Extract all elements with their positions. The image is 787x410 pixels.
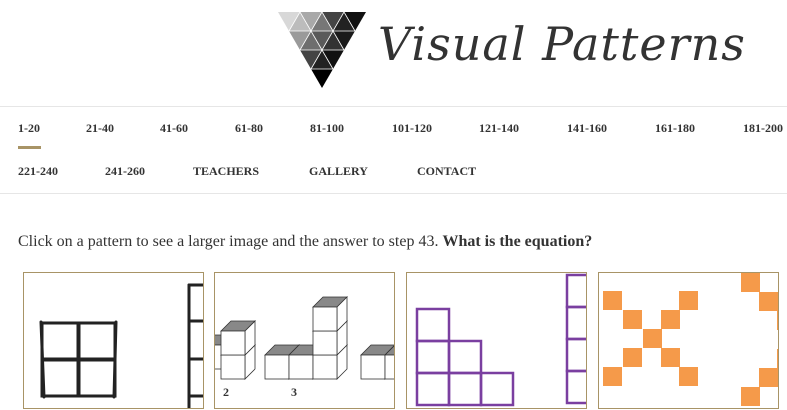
nav-item-241-260[interactable]: 241-260 bbox=[105, 164, 145, 179]
nav-item-41-60[interactable]: 41-60 bbox=[160, 121, 188, 136]
pattern-tile-2[interactable]: 2 3 bbox=[214, 272, 395, 409]
intro-question: What is the equation? bbox=[442, 233, 593, 250]
matchstick-pattern-image bbox=[39, 283, 203, 408]
pattern-tile-4[interactable] bbox=[598, 272, 779, 409]
cube-stack-pattern-image: 2 3 bbox=[215, 296, 394, 399]
active-nav-indicator bbox=[18, 146, 41, 149]
nav-item-81-100[interactable]: 81-100 bbox=[310, 121, 344, 136]
nav-item-contact[interactable]: CONTACT bbox=[417, 164, 476, 179]
nav-item-221-240[interactable]: 221-240 bbox=[18, 164, 58, 179]
site-header: Visual Patterns bbox=[0, 0, 787, 106]
purple-staircase-pattern-image bbox=[415, 273, 586, 407]
nav-divider-bottom bbox=[0, 193, 787, 194]
orange-x-pattern-image bbox=[603, 273, 778, 406]
nav-divider-top bbox=[0, 106, 787, 107]
nav-item-121-140[interactable]: 121-140 bbox=[479, 121, 519, 136]
nav-item-141-160[interactable]: 141-160 bbox=[567, 121, 607, 136]
intro-text: Click on a pattern to see a larger image… bbox=[18, 233, 592, 251]
nav-item-teachers[interactable]: TEACHERS bbox=[193, 164, 259, 179]
intro-sentence: Click on a pattern to see a larger image… bbox=[18, 233, 443, 250]
nav-item-1-20[interactable]: 1-20 bbox=[18, 121, 40, 136]
site-logo-text[interactable]: Visual Patterns bbox=[378, 14, 746, 74]
cube-step-label-3: 3 bbox=[291, 385, 297, 399]
nav-item-61-80[interactable]: 61-80 bbox=[235, 121, 263, 136]
nav-item-21-40[interactable]: 21-40 bbox=[86, 121, 114, 136]
nav-item-101-120[interactable]: 101-120 bbox=[392, 121, 432, 136]
cube-step-label-2: 2 bbox=[223, 385, 229, 399]
triangle-logo-icon[interactable] bbox=[278, 12, 366, 88]
pattern-tile-1[interactable] bbox=[23, 272, 204, 409]
pattern-tile-3[interactable] bbox=[406, 272, 587, 409]
nav-item-gallery[interactable]: GALLERY bbox=[309, 164, 368, 179]
nav-item-181-200[interactable]: 181-200 bbox=[743, 121, 783, 136]
nav-item-161-180[interactable]: 161-180 bbox=[655, 121, 695, 136]
logo-title: Visual Patterns bbox=[378, 17, 746, 71]
